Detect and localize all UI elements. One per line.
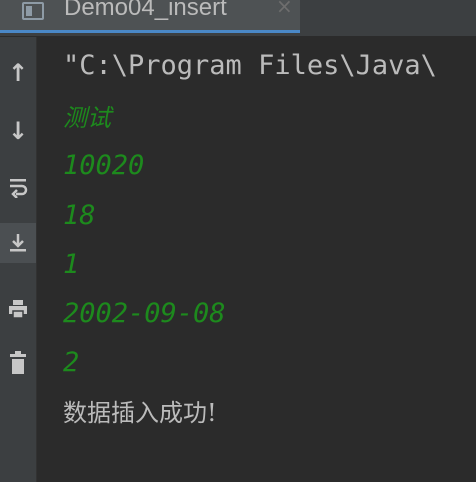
input-line: 2002-09-08 — [63, 298, 226, 329]
run-console-window: Demo04_insert × ↑ ↓ "C:\Program Files\Ja… — [0, 0, 476, 482]
run-tab[interactable]: Demo04_insert × — [0, 0, 300, 33]
command-line: "C:\Program Files\Java\ — [63, 50, 437, 81]
input-line: 1 — [63, 249, 80, 280]
soft-wrap-icon[interactable] — [0, 167, 36, 207]
input-line: 测试 — [63, 104, 111, 132]
down-arrow-icon[interactable]: ↓ — [0, 111, 36, 151]
up-arrow-icon[interactable]: ↑ — [0, 53, 36, 93]
result-message: 数据插入成功! — [63, 399, 217, 427]
input-line: 18 — [63, 200, 96, 231]
console-toolbar: ↑ ↓ — [0, 37, 37, 482]
java-class-icon — [22, 2, 44, 20]
scroll-to-end-icon[interactable] — [0, 223, 36, 263]
print-icon[interactable] — [0, 289, 36, 329]
run-tab-bar: Demo04_insert × — [0, 0, 476, 37]
input-line: 10020 — [63, 150, 145, 181]
trash-icon[interactable] — [0, 343, 36, 383]
run-tab-title: Demo04_insert — [64, 0, 227, 21]
console-output[interactable]: "C:\Program Files\Java\ 测试 10020 18 1 20… — [37, 37, 476, 482]
input-line: 2 — [63, 347, 80, 378]
close-tab-icon[interactable]: × — [276, 0, 293, 18]
